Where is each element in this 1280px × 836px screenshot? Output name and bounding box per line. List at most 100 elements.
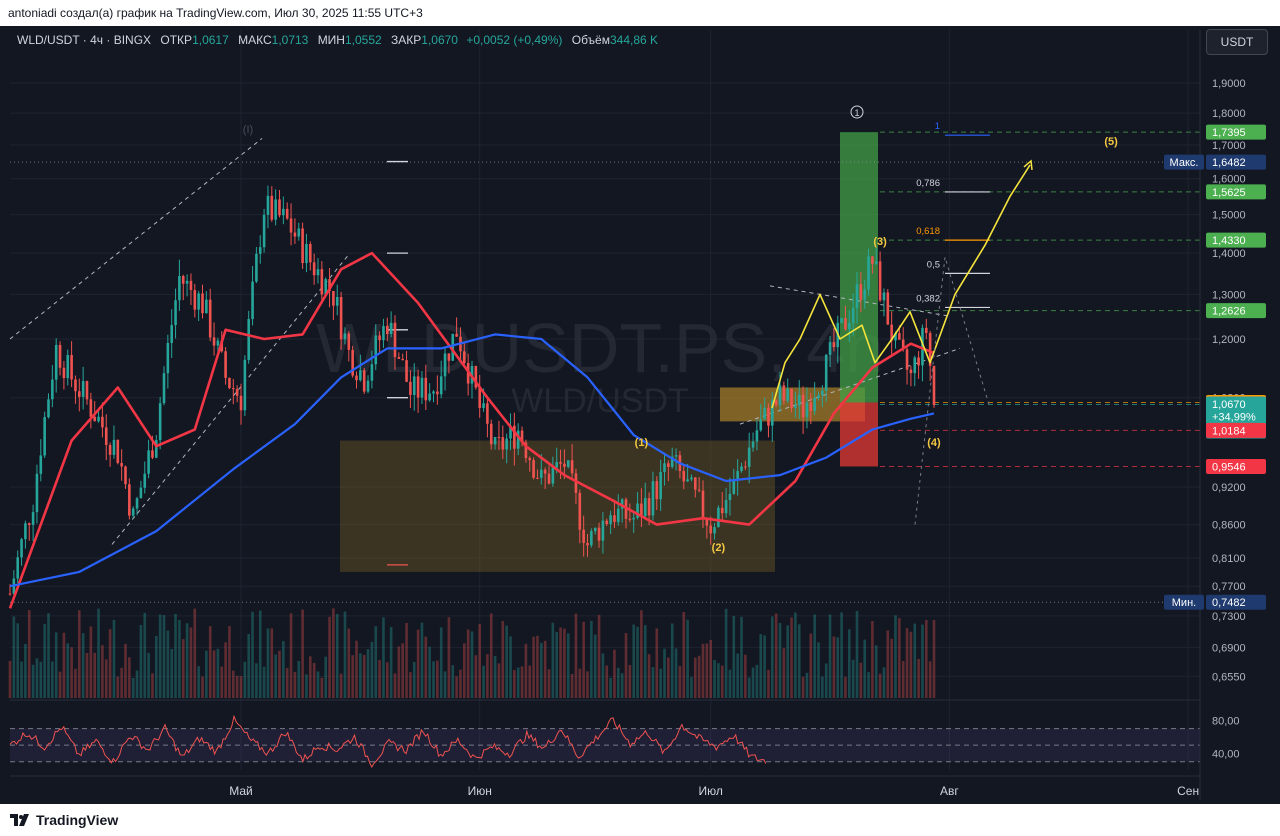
volume-bar-113 xyxy=(443,671,447,698)
candle-body-87 xyxy=(343,333,347,340)
volume-bar-140 xyxy=(547,669,551,698)
volume-bar-94 xyxy=(370,641,374,698)
volume-bar-178 xyxy=(694,657,697,698)
tradingview-logo-icon xyxy=(10,814,29,826)
volume-bar-194 xyxy=(755,664,759,698)
volume-bar-98 xyxy=(386,662,389,698)
wave-label-2: (3) xyxy=(873,236,887,248)
candle-body-218 xyxy=(848,322,851,330)
price-tick-6: 1,3000 xyxy=(1212,289,1246,301)
candle-body-61 xyxy=(243,359,247,411)
candle-body-157 xyxy=(613,515,616,523)
volume-bar-202 xyxy=(786,625,789,698)
volume-bar-67 xyxy=(266,628,270,698)
candle-body-16 xyxy=(70,355,73,380)
volume-bar-107 xyxy=(420,622,424,698)
volume-bar-154 xyxy=(601,653,605,698)
candle-body-21 xyxy=(89,399,93,417)
channel-lower-line xyxy=(111,252,351,545)
volume-bar-58 xyxy=(232,670,235,698)
candle-body-32 xyxy=(131,508,135,516)
price-label-6: 1,0670 xyxy=(1212,399,1246,411)
volume-bar-55 xyxy=(220,666,224,698)
candle-body-8 xyxy=(39,455,43,474)
price-chart[interactable]: WLDUSDT.PS, 4h WLD/USDT 10,7860,6180,50,… xyxy=(0,0,1280,836)
price-tick-13: 0,7300 xyxy=(1212,611,1246,623)
candle-body-219 xyxy=(851,308,855,323)
candle-body-186 xyxy=(724,500,728,514)
candle-body-35 xyxy=(143,473,147,488)
volume-bar-109 xyxy=(428,646,431,698)
volume-bar-166 xyxy=(647,654,651,698)
price-label-7: 1,0184 xyxy=(1212,425,1246,437)
volume-bar-77 xyxy=(305,674,308,698)
volume-bar-1 xyxy=(12,616,16,698)
change-value: +0,0052 (+0,49%) xyxy=(466,33,563,47)
candle-body-199 xyxy=(774,400,778,406)
volume-bar-99 xyxy=(389,627,393,698)
candle-body-195 xyxy=(759,419,763,431)
volume-bar-218 xyxy=(848,629,851,698)
volume-bar-206 xyxy=(801,676,805,698)
footer: TradingView xyxy=(0,804,1280,836)
candle-body-177 xyxy=(690,477,693,480)
volume-bar-4 xyxy=(24,643,27,698)
circle-wave-label: 1 xyxy=(854,108,859,118)
candle-body-162 xyxy=(632,517,635,520)
volume-bar-30 xyxy=(124,643,127,698)
candle-body-92 xyxy=(362,370,366,392)
candle-body-91 xyxy=(359,370,362,381)
volume-bar-172 xyxy=(670,623,674,698)
volume-bar-93 xyxy=(366,649,370,698)
candle-body-99 xyxy=(389,322,393,335)
volume-bar-0 xyxy=(8,660,12,698)
symbol-name[interactable]: WLD/USDT · 4ч · BINGX xyxy=(17,33,151,47)
candle-body-235 xyxy=(913,357,917,374)
volume-bar-214 xyxy=(832,636,836,698)
volume-bar-122 xyxy=(478,624,481,698)
volume-bar-193 xyxy=(751,667,755,698)
candle-body-23 xyxy=(97,416,100,422)
candle-body-158 xyxy=(617,508,620,523)
volume-bar-26 xyxy=(108,629,112,698)
candle-body-74 xyxy=(293,232,297,237)
volume-bar-127 xyxy=(497,663,501,698)
open-label: ОТКР xyxy=(160,33,193,47)
volume-bar-156 xyxy=(609,677,612,698)
volume-bar-75 xyxy=(297,660,301,698)
volume-bar-120 xyxy=(470,631,474,698)
candle-body-147 xyxy=(574,473,578,493)
candle-body-81 xyxy=(320,269,324,295)
currency-button[interactable]: USDT xyxy=(1206,29,1268,55)
volume-bar-46 xyxy=(185,623,189,698)
volume-bar-235 xyxy=(913,623,917,698)
volume-bar-149 xyxy=(582,621,585,698)
candle-body-140 xyxy=(547,473,551,484)
volume-bar-225 xyxy=(874,645,878,698)
volume-bar-150 xyxy=(586,671,589,698)
candle-body-240 xyxy=(932,365,936,406)
volume-value: 344,86 K xyxy=(609,33,659,47)
open-value: 1,0617 xyxy=(192,33,229,47)
volume-bar-132 xyxy=(516,667,520,698)
volume-bar-38 xyxy=(155,635,158,698)
volume-bar-198 xyxy=(771,616,774,698)
candle-body-102 xyxy=(401,358,404,361)
candle-body-207 xyxy=(805,402,809,418)
volume-bar-34 xyxy=(139,625,143,698)
volume-bar-76 xyxy=(301,609,304,698)
volume-bar-129 xyxy=(505,625,508,698)
candle-body-17 xyxy=(74,379,77,392)
volume-bar-135 xyxy=(528,665,532,698)
candle-body-233 xyxy=(905,349,909,370)
volume-bar-188 xyxy=(732,616,736,698)
volume-bar-50 xyxy=(201,676,204,698)
candle-body-204 xyxy=(794,405,797,408)
volume-bar-112 xyxy=(439,627,443,698)
low-value: 1,0552 xyxy=(344,33,382,47)
candle-body-73 xyxy=(289,218,293,233)
volume-bar-219 xyxy=(851,659,855,698)
candle-body-27 xyxy=(112,439,116,455)
candle-body-150 xyxy=(586,542,589,546)
candle-body-70 xyxy=(278,199,281,216)
